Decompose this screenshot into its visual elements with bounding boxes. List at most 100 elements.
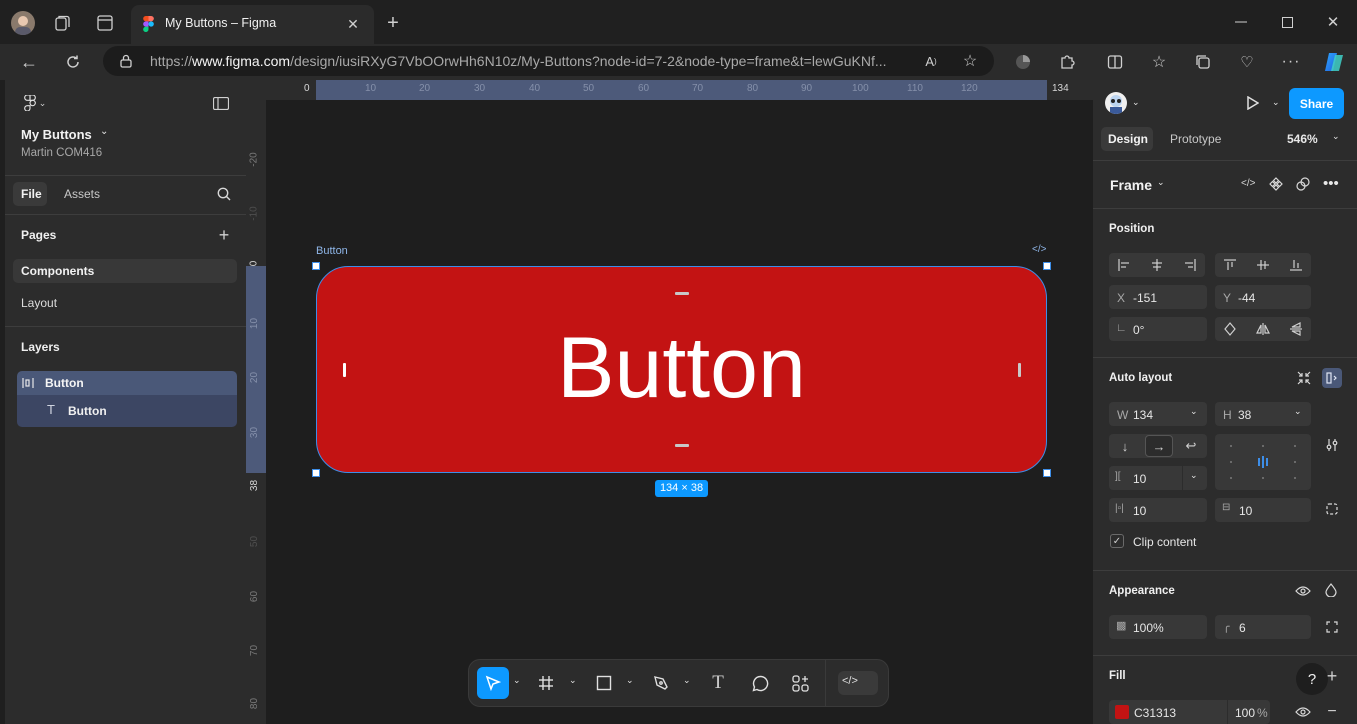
chevron-down-icon[interactable]: ⌄ bbox=[626, 675, 634, 686]
favorite-star-icon[interactable]: ☆ bbox=[959, 51, 981, 71]
chevron-down-icon[interactable]: ⌄ bbox=[1294, 406, 1302, 417]
y-field[interactable]: Y -44 bbox=[1215, 285, 1311, 309]
frame-label[interactable]: Button bbox=[316, 245, 348, 257]
text-tool-icon[interactable]: T bbox=[707, 672, 729, 694]
resize-handle-tr[interactable] bbox=[1043, 262, 1051, 270]
fill-visibility-eye-icon[interactable] bbox=[1294, 703, 1312, 721]
chevron-down-icon[interactable]: ⌄ bbox=[1272, 97, 1280, 108]
alignment-grid[interactable] bbox=[1215, 434, 1311, 490]
tab-assets[interactable]: Assets bbox=[64, 187, 100, 201]
direction-horizontal-icon[interactable]: → bbox=[1145, 435, 1173, 457]
back-icon[interactable]: ← bbox=[17, 50, 41, 74]
align-left-icon[interactable] bbox=[1113, 255, 1135, 275]
rectangle-tool-icon[interactable] bbox=[593, 672, 615, 694]
flip-vertical-icon[interactable] bbox=[1285, 319, 1307, 339]
autolayout-toggle-icon[interactable] bbox=[1322, 368, 1342, 388]
add-fill-icon[interactable]: + bbox=[1322, 666, 1342, 686]
fill-swatch[interactable] bbox=[1115, 705, 1129, 719]
search-icon[interactable] bbox=[214, 184, 234, 204]
corner-radius-field[interactable]: ╭ 6 bbox=[1215, 615, 1311, 639]
direction-vertical-icon[interactable]: ↓ bbox=[1113, 436, 1137, 456]
chevron-down-icon[interactable]: ⌄ bbox=[1132, 97, 1140, 108]
align-top-icon[interactable] bbox=[1219, 255, 1241, 275]
resize-handle-tl[interactable] bbox=[312, 262, 320, 270]
comment-tool-icon[interactable] bbox=[749, 672, 771, 694]
close-window-icon[interactable]: ✕ bbox=[1322, 11, 1344, 33]
browser-essentials-icon[interactable]: ♡ bbox=[1236, 51, 1258, 73]
canvas[interactable]: 0 10 20 30 40 50 60 70 80 90 100 110 120… bbox=[246, 80, 1093, 724]
extension-icon[interactable] bbox=[1012, 51, 1034, 73]
resize-handle-bl[interactable] bbox=[312, 469, 320, 477]
add-page-icon[interactable]: + bbox=[214, 225, 234, 245]
chevron-down-icon[interactable]: ⌄ bbox=[1190, 470, 1198, 481]
padding-handle-left[interactable] bbox=[343, 363, 346, 377]
dev-mode-toggle[interactable]: </> bbox=[838, 671, 878, 695]
layer-row-text[interactable]: T Button bbox=[17, 395, 237, 427]
flip-horizontal-icon[interactable] bbox=[1252, 319, 1274, 339]
zoom-level[interactable]: 546% bbox=[1287, 132, 1318, 146]
clip-content-checkbox[interactable]: ✓ bbox=[1110, 534, 1124, 548]
tab-actions-icon[interactable] bbox=[94, 12, 116, 34]
collapse-icon[interactable] bbox=[1295, 369, 1313, 387]
remove-fill-icon[interactable]: − bbox=[1322, 703, 1342, 721]
dev-mode-code-icon[interactable]: </> bbox=[1032, 244, 1046, 255]
main-menu-icon[interactable]: ⌄ bbox=[19, 93, 51, 113]
height-field[interactable]: H 38 ⌄ bbox=[1215, 402, 1311, 426]
new-tab-icon[interactable]: + bbox=[382, 12, 404, 34]
x-field[interactable]: X -151 bbox=[1109, 285, 1207, 309]
rotation-field[interactable]: ∟ 0° bbox=[1109, 317, 1207, 341]
copilot-icon[interactable] bbox=[1321, 49, 1347, 75]
workspaces-icon[interactable] bbox=[52, 12, 74, 34]
align-center-h-icon[interactable] bbox=[1146, 255, 1168, 275]
mask-icon[interactable] bbox=[1295, 176, 1311, 192]
pen-tool-icon[interactable] bbox=[650, 672, 672, 694]
align-bottom-icon[interactable] bbox=[1285, 255, 1307, 275]
page-item-layout[interactable]: Layout bbox=[21, 296, 57, 310]
toggle-sidebar-icon[interactable] bbox=[210, 93, 232, 113]
actions-icon[interactable] bbox=[789, 672, 811, 694]
independent-corners-icon[interactable] bbox=[1323, 618, 1341, 636]
opacity-field[interactable]: ▩ 100% bbox=[1109, 615, 1207, 639]
code-icon[interactable]: </> bbox=[1241, 178, 1255, 189]
rotate-icon[interactable] bbox=[1219, 319, 1241, 339]
split-screen-icon[interactable] bbox=[1104, 51, 1126, 73]
favorites-icon[interactable]: ☆ bbox=[1148, 51, 1170, 73]
padding-handle-bottom[interactable] bbox=[675, 444, 689, 447]
chevron-down-icon[interactable]: ⌄ bbox=[1157, 177, 1165, 188]
padding-handle-right[interactable] bbox=[1018, 363, 1021, 377]
layout-settings-icon[interactable] bbox=[1323, 436, 1341, 454]
more-options-icon[interactable]: ··· bbox=[1280, 51, 1302, 73]
chevron-down-icon[interactable]: ⌄ bbox=[1190, 406, 1198, 417]
button-text[interactable]: Button bbox=[317, 319, 1046, 418]
chevron-down-icon[interactable]: ⌄ bbox=[513, 675, 521, 686]
resize-handle-br[interactable] bbox=[1043, 469, 1051, 477]
file-name-chevron-icon[interactable]: ⌄ bbox=[100, 126, 108, 137]
active-tab[interactable]: My Buttons – Figma ✕ bbox=[131, 5, 374, 44]
eye-icon[interactable] bbox=[1294, 582, 1312, 600]
read-aloud-icon[interactable]: A) bbox=[920, 51, 942, 71]
minimize-icon[interactable] bbox=[1230, 12, 1252, 32]
fill-color-field[interactable]: C31313 100 % bbox=[1109, 700, 1270, 724]
align-right-icon[interactable] bbox=[1179, 255, 1201, 275]
chevron-down-icon[interactable]: ⌄ bbox=[683, 675, 691, 686]
move-tool-button[interactable] bbox=[477, 667, 509, 699]
tab-file[interactable]: File bbox=[13, 182, 47, 206]
vertical-padding-field[interactable]: ⊟ 10 bbox=[1215, 498, 1311, 522]
extensions-puzzle-icon[interactable] bbox=[1056, 51, 1078, 73]
blend-mode-icon[interactable] bbox=[1322, 581, 1340, 599]
file-name[interactable]: My Buttons bbox=[21, 127, 92, 142]
maximize-icon[interactable] bbox=[1276, 11, 1298, 33]
gap-field[interactable]: ][ 10 ⌄ bbox=[1109, 466, 1207, 490]
button-frame[interactable]: Button bbox=[316, 266, 1047, 473]
width-field[interactable]: W 134 ⌄ bbox=[1109, 402, 1207, 426]
close-tab-icon[interactable]: ✕ bbox=[343, 14, 363, 34]
layer-row-frame[interactable]: Button bbox=[17, 371, 237, 395]
horizontal-padding-field[interactable]: |▫| 10 bbox=[1109, 498, 1207, 522]
frame-tool-icon[interactable] bbox=[535, 672, 557, 694]
chevron-down-icon[interactable]: ⌄ bbox=[1332, 131, 1340, 142]
align-center-v-icon[interactable] bbox=[1252, 255, 1274, 275]
share-button[interactable]: Share bbox=[1289, 88, 1344, 119]
tab-prototype[interactable]: Prototype bbox=[1170, 132, 1221, 146]
direction-wrap-icon[interactable]: ↩ bbox=[1179, 436, 1203, 456]
url-field[interactable]: https://www.figma.com/design/iusiRXyG7Vb… bbox=[103, 46, 994, 76]
